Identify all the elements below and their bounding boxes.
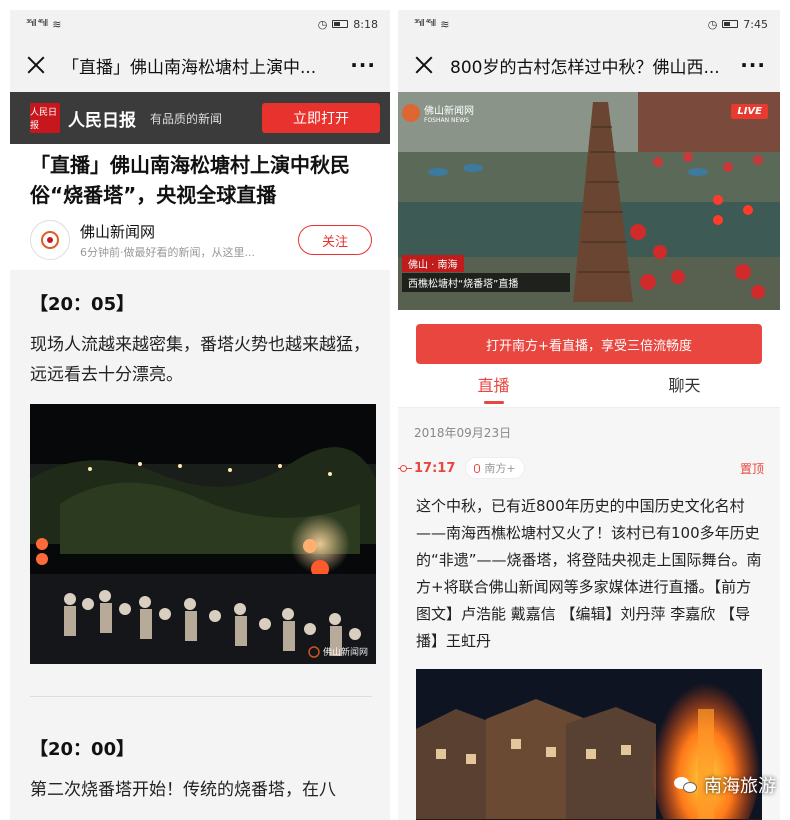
wechat-icon: [674, 775, 698, 795]
entry-text: 这个中秋，已有近800年历史的中国历史文化名村——南海西樵松塘村又火了！该村已有…: [416, 497, 762, 650]
pinned-label: 置顶: [739, 461, 764, 476]
article-header: 「直播」佛山南海松塘村上演中秋民俗“烧番塔”，央视全球直播 佛山新闻网 6分钟前…: [10, 144, 390, 270]
photo-watermark: 佛山新闻网: [308, 645, 368, 658]
caption-title: 西樵松塘村“烧番塔”直播: [402, 273, 570, 292]
status-time: 8:18: [353, 17, 378, 31]
timeline-dot-icon: [398, 464, 412, 472]
page-title: 「直播」佛山南海松塘村上演中...: [62, 57, 317, 78]
app-download-banner: 人民日报 人民日报 有品质的新闻 立即打开: [10, 92, 390, 144]
alarm-icon: ◷: [707, 17, 718, 31]
wechat-account-watermark: 南海旅游: [674, 772, 776, 798]
webview-nav-bar: 「直播」佛山南海松塘村上演中... ···: [10, 38, 390, 92]
tab-live[interactable]: 直播: [398, 364, 589, 408]
webview-nav-bar: 800岁的古村怎样过中秋？佛山西... ···: [398, 38, 780, 92]
live-badge: LIVE: [731, 104, 768, 119]
close-icon[interactable]: [412, 53, 436, 77]
foshan-news-logo: 佛山新闻网 FOSHAN NEWS: [402, 102, 474, 124]
author-name[interactable]: 佛山新闻网: [80, 221, 290, 242]
wifi-icon: ≋: [52, 17, 62, 31]
entry-time: 17:17: [414, 460, 456, 476]
foshan-news-watermark-icon: [308, 645, 320, 658]
signal-icon: ³⁶ıll ⁴⁶ıll: [414, 19, 436, 29]
signal-icon: ³⁶ıll ⁴⁶ıll: [26, 19, 48, 29]
night-crowd-image: [30, 404, 376, 664]
entry-text: 现场人流越来越密集，番塔火势也越来越猛，远远看去十分漂亮。: [30, 335, 370, 385]
live-feed: 【20：05】 现场人流越来越密集，番塔火势也越来越猛，远远看去十分漂亮。 佛山…: [10, 270, 390, 805]
night-crowd-photo[interactable]: 佛山新闻网: [30, 404, 376, 664]
tab-bar: 直播 聊天: [398, 364, 780, 408]
feed-date: 2018年09月23日: [414, 426, 512, 440]
wifi-icon: ≋: [440, 17, 450, 31]
entry-time: 【20：00】: [30, 739, 135, 760]
live-video-player[interactable]: 佛山新闻网 FOSHAN NEWS LIVE 佛山 · 南海 西樵松塘村“烧番塔”…: [398, 92, 780, 310]
entry-text: 第二次烧番塔开始！传统的烧番塔，在八: [30, 780, 336, 800]
left-phone-screenshot: ³⁶ıll ⁴⁶ıll ≋ ◷ 8:18 「直播」佛山南海松塘村上演中... ·…: [10, 10, 390, 820]
author-avatar[interactable]: [30, 220, 70, 260]
author-row: 佛山新闻网 6分钟前·做最好看的新闻，从这里... 关注: [30, 220, 372, 260]
foshan-news-logo-icon: [402, 104, 420, 122]
rmrb-logo: 人民日报: [30, 103, 60, 133]
foshan-news-logo-icon: [41, 231, 59, 249]
app-slogan: 有品质的新闻: [150, 111, 223, 126]
open-app-live-button[interactable]: 打开南方+看直播，享受三倍流畅度: [416, 324, 762, 364]
follow-button[interactable]: 关注: [298, 225, 372, 255]
entry-time: 【20：05】: [30, 294, 135, 315]
article-headline: 「直播」佛山南海松塘村上演中秋民俗“烧番塔”，央视全球直播: [30, 153, 350, 207]
source-badge: 南方+: [465, 457, 525, 479]
battery-icon: [722, 20, 739, 28]
page-title: 800岁的古村怎样过中秋？佛山西...: [450, 57, 720, 78]
status-bar: ³⁶ıll ⁴⁶ıll ≋ ◷ 8:18: [10, 10, 390, 38]
more-options-icon[interactable]: ···: [740, 53, 766, 77]
video-caption: 佛山 · 南海 西樵松塘村“烧番塔”直播: [402, 253, 570, 292]
more-options-icon[interactable]: ···: [350, 53, 376, 77]
entry-meta: 17:17 南方+ 置顶: [398, 457, 780, 479]
right-phone-screenshot: ³⁶ıll ⁴⁶ıll ≋ ◷ 7:45 800岁的古村怎样过中秋？佛山西...…: [398, 10, 780, 820]
caption-place: 佛山 · 南海: [402, 255, 464, 272]
tab-chat[interactable]: 聊天: [589, 364, 780, 408]
status-bar: ³⁶ıll ⁴⁶ıll ≋ ◷ 7:45: [398, 10, 780, 38]
author-description: 6分钟前·做最好看的新闻，从这里...: [80, 245, 255, 259]
status-time: 7:45: [743, 17, 768, 31]
app-name: 人民日报: [68, 110, 136, 131]
microphone-icon: [474, 463, 481, 473]
alarm-icon: ◷: [317, 17, 328, 31]
open-app-button[interactable]: 立即打开: [262, 103, 380, 133]
close-icon[interactable]: [24, 53, 48, 77]
battery-icon: [332, 20, 349, 28]
live-feed: 2018年09月23日 17:17 南方+ 置顶 这个中秋，已有近800年历史的…: [398, 408, 780, 820]
